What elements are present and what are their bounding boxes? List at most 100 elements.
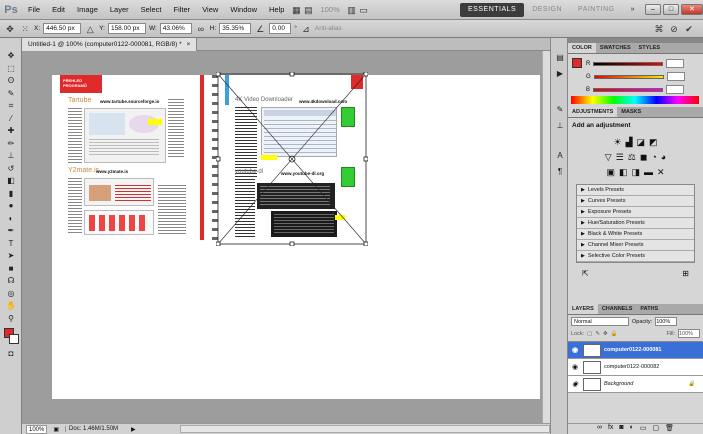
brush-tool-icon[interactable]: ✏ — [2, 138, 20, 149]
tab-styles[interactable]: STYLES — [635, 43, 664, 53]
channel-mixer-icon[interactable]: ◕ — [661, 152, 666, 163]
link-layers-icon[interactable]: ∞ — [597, 424, 602, 434]
preset-channel-mixer[interactable]: ▶ Channel Mixer Presets — [577, 240, 694, 251]
menu-edit[interactable]: Edit — [46, 5, 71, 14]
new-layer-icon[interactable]: ▢ — [653, 424, 660, 434]
add-mask-icon[interactable]: ◙ — [619, 424, 623, 434]
lock-transparency-icon[interactable]: ▢ — [587, 331, 592, 337]
link-icon[interactable]: ∞ — [195, 23, 207, 35]
stamp-tool-icon[interactable]: ⊥ — [2, 150, 20, 161]
screen-mode-icon[interactable]: ▭ — [358, 4, 370, 16]
character-panel-icon[interactable]: A — [553, 150, 567, 162]
cancel-transform-icon[interactable]: ⊘ — [668, 23, 680, 35]
history-brush-icon[interactable]: ↺ — [2, 163, 20, 174]
delete-layer-icon[interactable]: 🗑 — [665, 424, 674, 434]
color-spectrum-bar[interactable] — [571, 96, 699, 104]
new-group-icon[interactable]: ▭ — [640, 424, 647, 434]
levels-icon[interactable]: ▟ — [626, 137, 633, 148]
menu-view[interactable]: View — [196, 5, 224, 14]
tab-swatches[interactable]: SWATCHES — [596, 43, 635, 53]
type-tool-icon[interactable]: T — [2, 238, 20, 249]
zoom-level-menu[interactable]: 100% — [314, 5, 345, 14]
zoom-field[interactable]: 100% — [26, 424, 48, 434]
launch-bridge-icon[interactable]: ▦ — [290, 4, 302, 16]
close-tab-icon[interactable]: × — [186, 41, 190, 48]
workspace-essentials[interactable]: ESSENTIALS — [460, 2, 525, 17]
slider-green[interactable]: G — [568, 70, 703, 83]
return-to-list-icon[interactable]: ⇱ — [582, 269, 589, 278]
history-panel-icon[interactable]: ▤ — [553, 52, 567, 64]
commit-transform-icon[interactable]: ✔ — [683, 23, 695, 35]
lock-position-icon[interactable]: ✥ — [603, 331, 608, 337]
exposure-icon[interactable]: ◩ — [649, 137, 658, 148]
background-color-swatch[interactable] — [9, 333, 19, 344]
view-extras-icon[interactable]: ▤ — [302, 4, 314, 16]
color-picker[interactable] — [0, 326, 21, 348]
slider-blue[interactable]: B — [568, 83, 703, 96]
path-select-tool-icon[interactable]: ➤ — [2, 250, 20, 261]
minimize-button[interactable]: – — [645, 4, 661, 15]
menu-layer[interactable]: Layer — [104, 5, 135, 14]
3d-rotate-tool-icon[interactable]: ☊ — [2, 275, 20, 286]
visibility-eye-icon[interactable]: ◉ — [570, 346, 580, 354]
layer-row[interactable]: ◉ computer0122-000081 — [568, 342, 703, 359]
hand-tool-icon[interactable]: ✋ — [2, 300, 20, 311]
brushes-panel-icon[interactable]: ✎ — [553, 104, 567, 116]
invert-icon[interactable]: ▣ — [606, 167, 615, 178]
eraser-tool-icon[interactable]: ◧ — [2, 175, 20, 186]
shape-tool-icon[interactable]: ■ — [2, 263, 20, 274]
lasso-tool-icon[interactable]: ʘ — [2, 75, 20, 86]
posterize-icon[interactable]: ◧ — [619, 167, 628, 178]
menu-help[interactable]: Help — [263, 5, 290, 14]
tab-layers[interactable]: LAYERS — [568, 304, 598, 314]
lock-all-icon[interactable]: 🔒 — [611, 331, 618, 337]
preset-black-white[interactable]: ▶ Black & White Presets — [577, 229, 694, 240]
curves-icon[interactable]: ◪ — [636, 137, 645, 148]
quick-mask-icon[interactable]: ◘ — [2, 348, 20, 359]
hue-saturation-icon[interactable]: ☰ — [616, 152, 624, 163]
actions-panel-icon[interactable]: ▶ — [553, 68, 567, 80]
eyedropper-tool-icon[interactable]: ⁄ — [2, 113, 20, 124]
x-field[interactable]: 446.50 px — [43, 23, 82, 34]
pen-tool-icon[interactable]: ✒ — [2, 225, 20, 236]
black-white-icon[interactable]: ◼ — [640, 152, 647, 163]
status-menu-arrow-icon[interactable]: ▶ — [131, 426, 136, 433]
move-tool-icon[interactable]: ✥ — [2, 50, 20, 61]
color-balance-icon[interactable]: ⚖ — [628, 152, 636, 163]
antialias-checkbox[interactable]: Anti-alias — [315, 25, 342, 32]
width-field[interactable]: 43.06% — [159, 23, 192, 34]
blend-mode-select[interactable]: Normal — [571, 317, 629, 326]
dodge-tool-icon[interactable]: ◐ — [2, 213, 20, 224]
clone-source-panel-icon[interactable]: ⊥ — [553, 120, 567, 132]
tab-masks[interactable]: MASKS — [617, 107, 645, 117]
red-value-field[interactable] — [666, 59, 685, 68]
quick-select-tool-icon[interactable]: ✎ — [2, 88, 20, 99]
tab-paths[interactable]: PATHS — [636, 304, 662, 314]
color-fg-swatch[interactable] — [572, 58, 582, 68]
maximize-button[interactable]: □ — [663, 4, 679, 15]
fx-icon[interactable]: fx — [608, 424, 613, 434]
menu-select[interactable]: Select — [135, 5, 168, 14]
y-field[interactable]: 158.00 px — [107, 23, 146, 34]
document-tab[interactable]: Untitled-1 @ 100% (computer0122-000081, … — [22, 38, 198, 51]
visibility-eye-icon[interactable]: ◉ — [570, 380, 580, 388]
fill-field[interactable]: 100% — [678, 329, 700, 338]
workspace-painting[interactable]: PAINTING — [570, 6, 623, 13]
angle-field[interactable]: 0.00 — [269, 23, 292, 34]
vibrance-icon[interactable]: ▽ — [605, 152, 612, 163]
layer-row[interactable]: ◉ Background 🔒 — [568, 376, 703, 393]
workspace-design[interactable]: DESIGN — [524, 6, 570, 13]
preset-levels[interactable]: ▶ Levels Presets — [577, 185, 694, 196]
tab-color[interactable]: COLOR — [568, 43, 596, 53]
new-adjustment-icon[interactable]: ◐ — [630, 424, 634, 434]
preset-exposure[interactable]: ▶ Exposure Presets — [577, 207, 694, 218]
workspace-more[interactable]: » — [623, 6, 643, 13]
blur-tool-icon[interactable]: ● — [2, 200, 20, 211]
menu-file[interactable]: File — [22, 5, 46, 14]
selective-color-icon[interactable]: ✕ — [657, 167, 665, 178]
status-info-icon[interactable]: ▣ — [53, 426, 59, 433]
lock-pixels-icon[interactable]: ✎ — [595, 331, 600, 337]
preset-selective-color[interactable]: ▶ Selective Color Presets — [577, 251, 694, 262]
zoom-tool-icon[interactable]: ⚲ — [2, 313, 20, 324]
layer-row[interactable]: ◉ computer0122-000082 — [568, 359, 703, 376]
